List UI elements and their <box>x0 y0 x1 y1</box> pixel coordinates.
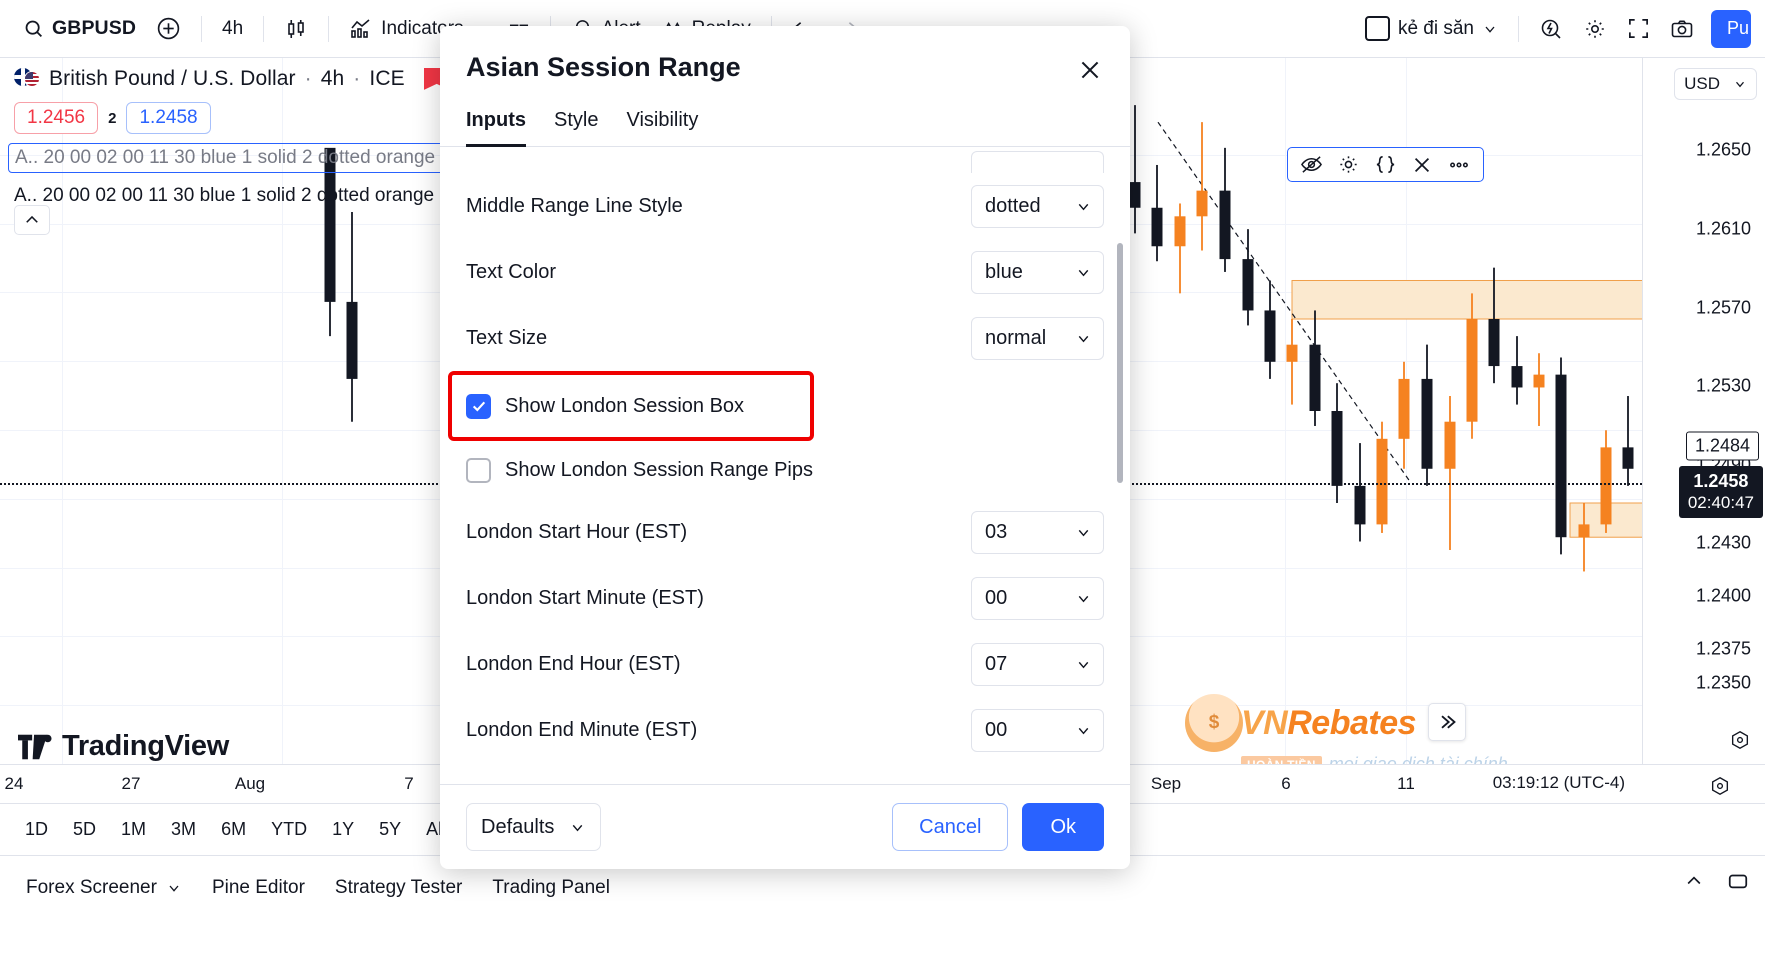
indicator-settings-dialog: Asian Session Range Inputs Style Visibil… <box>440 26 1130 869</box>
chevron-down-icon <box>1075 722 1092 739</box>
checkbox-label: Show London Session Box <box>505 394 745 417</box>
clipped-select[interactable] <box>971 151 1104 173</box>
row-label: London Start Minute (EST) <box>466 586 704 609</box>
checkbox-label: Show London Session Range Pips <box>505 458 813 481</box>
defaults-label: Defaults <box>481 815 555 838</box>
ok-button[interactable]: Ok <box>1022 803 1104 851</box>
select-value: 03 <box>985 520 1008 543</box>
dialog-title: Asian Session Range <box>466 52 741 82</box>
row-clipped-above <box>466 147 1104 173</box>
london-end-minute-select[interactable]: 00 <box>971 708 1104 752</box>
checkbox-show-london-session-box[interactable]: Show London Session Box <box>466 377 796 435</box>
row-label: London Start Hour (EST) <box>466 520 688 543</box>
chevron-down-icon <box>569 819 586 836</box>
dialog-footer: Defaults Cancel Ok <box>440 784 1130 869</box>
select-value: 07 <box>985 652 1008 675</box>
dialog-header: Asian Session Range <box>440 26 1130 83</box>
checkbox-show-london-session-range-pips[interactable]: Show London Session Range Pips <box>466 441 1104 499</box>
select-value: blue <box>985 260 1023 283</box>
chevron-down-icon <box>1075 330 1092 347</box>
text-size-select[interactable]: normal <box>971 316 1104 360</box>
checkbox-unchecked-icon[interactable] <box>466 457 491 483</box>
text-color-select[interactable]: blue <box>971 250 1104 294</box>
row-label: Text Color <box>466 260 557 283</box>
chevron-down-icon <box>1075 198 1092 215</box>
close-icon[interactable] <box>1072 52 1108 88</box>
select-value: normal <box>985 326 1047 349</box>
row-london-end-hour: London End Hour (EST) 07 <box>466 631 1104 697</box>
row-label: London End Hour (EST) <box>466 652 681 675</box>
highlight-annotation: Show London Session Box <box>448 371 814 441</box>
row-london-start-hour: London Start Hour (EST) 03 <box>466 499 1104 565</box>
dialog-body[interactable]: Middle Range Line Style dotted Text Colo… <box>440 147 1130 784</box>
checkbox-checked-icon[interactable] <box>466 393 491 419</box>
row-label: Middle Range Line Style <box>466 194 683 217</box>
select-value: 00 <box>985 718 1008 741</box>
select-value: dotted <box>985 194 1041 217</box>
modal-overlay: Asian Session Range Inputs Style Visibil… <box>0 0 1765 976</box>
chevron-down-icon <box>1075 656 1092 673</box>
chevron-down-icon <box>1075 524 1092 541</box>
london-start-hour-select[interactable]: 03 <box>971 510 1104 554</box>
row-label: London End Minute (EST) <box>466 718 698 741</box>
tab-inputs[interactable]: Inputs <box>466 109 526 147</box>
defaults-button[interactable]: Defaults <box>466 803 602 851</box>
row-london-end-minute: London End Minute (EST) 00 <box>466 697 1104 763</box>
row-london-start-minute: London Start Minute (EST) 00 <box>466 565 1104 631</box>
dialog-scrollbar[interactable] <box>1117 243 1123 483</box>
london-start-minute-select[interactable]: 00 <box>971 576 1104 620</box>
chevron-down-icon <box>1075 264 1092 281</box>
row-label: Text Size <box>466 326 548 349</box>
tab-style[interactable]: Style <box>554 109 598 147</box>
middle-range-line-style-select[interactable]: dotted <box>971 184 1104 228</box>
tradingview-app: GBPUSD 4h Indicators kẻ đi săn Pu Britis… <box>0 0 1765 976</box>
dialog-tabs: Inputs Style Visibility <box>440 109 1130 147</box>
row-text-color: Text Color blue <box>466 239 1104 305</box>
cancel-button[interactable]: Cancel <box>892 803 1009 851</box>
select-value: 00 <box>985 586 1008 609</box>
row-text-size: Text Size normal <box>466 305 1104 371</box>
chevron-down-icon <box>1075 590 1092 607</box>
tab-visibility[interactable]: Visibility <box>626 109 698 147</box>
london-end-hour-select[interactable]: 07 <box>971 642 1104 686</box>
row-middle-range-line-style: Middle Range Line Style dotted <box>466 173 1104 239</box>
footer-actions: Cancel Ok <box>892 803 1104 851</box>
